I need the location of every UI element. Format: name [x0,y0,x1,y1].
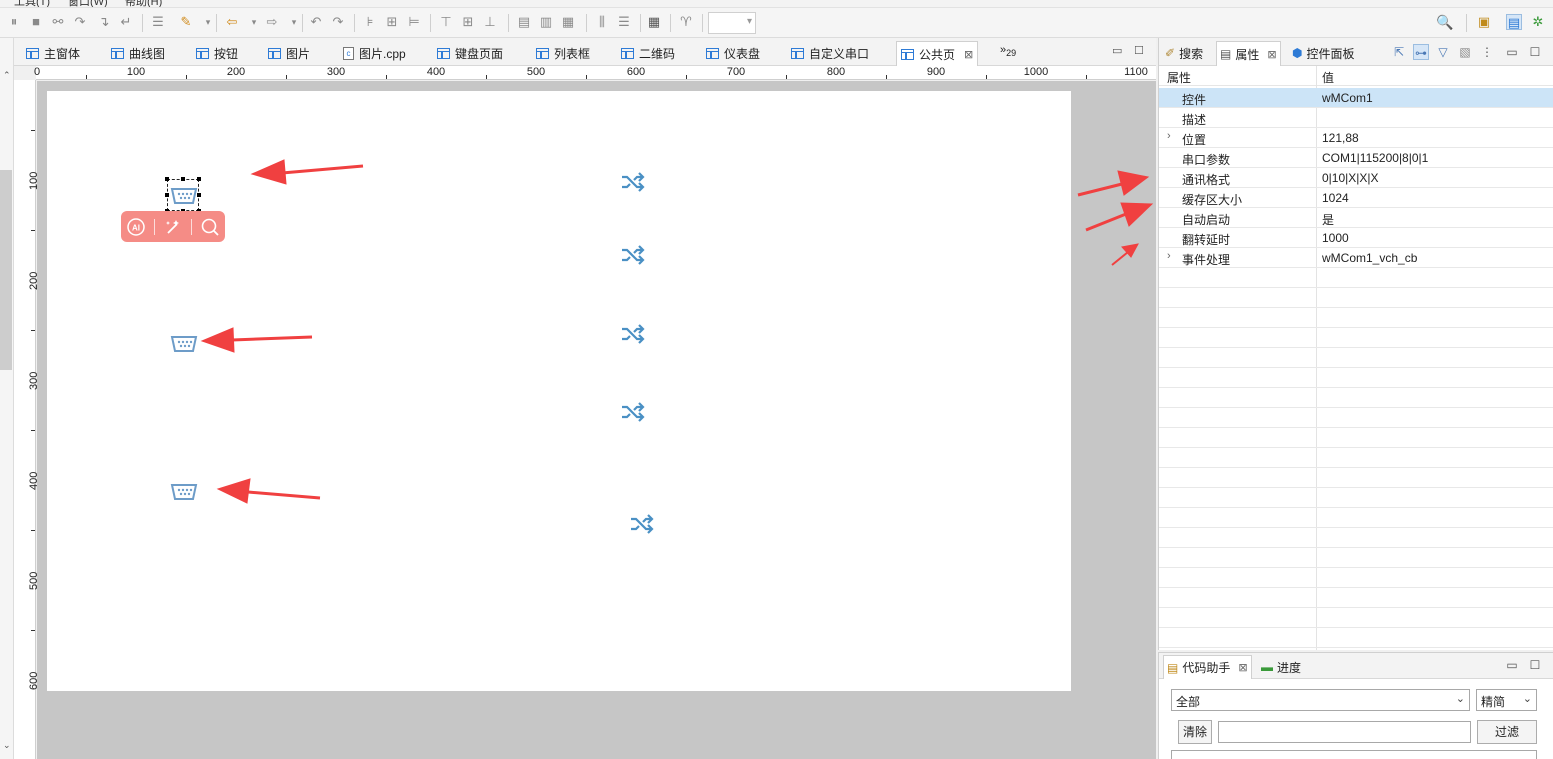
empty-property-row [1159,508,1553,528]
tab-control-palette[interactable]: ⬢ 控件面板 [1292,43,1355,63]
tab-search[interactable]: ✐ 搜索 [1165,43,1203,63]
chevron-right-icon[interactable]: › [1167,250,1171,262]
property-key: 翻转延时 [1182,233,1231,247]
filter-input[interactable] [1218,721,1471,743]
property-row-buffer-size[interactable]: 缓存区大小 1024 [1159,188,1553,208]
property-key: 事件处理 [1182,253,1231,267]
tab-label: 属性 [1235,47,1260,62]
tab-label: 代码助手 [1182,661,1231,675]
tab-label: 控件面板 [1306,46,1355,61]
tab-progress[interactable]: ▬ 进度 [1261,657,1301,677]
view-menu-icon[interactable]: ⋮ [1479,44,1495,60]
empty-property-row [1159,348,1553,368]
property-key: 缓存区大小 [1182,193,1243,207]
filter-button[interactable]: 过滤 [1477,720,1537,744]
property-value[interactable]: 121,88 [1322,131,1359,145]
empty-property-row [1159,428,1553,448]
results-list[interactable] [1171,750,1537,759]
property-row-event-handler[interactable]: › 事件处理 wMCom1_vch_cb [1159,248,1553,268]
properties-table: 控件 wMCom1 描述 › 位置 121,88 串口参数 COM1|11520… [1159,88,1553,648]
empty-property-row [1159,568,1553,588]
code-assistant-tab-bar: ▤ 代码助手 ⊠ ▬ 进度 ▭ ☐ [1159,653,1553,679]
empty-property-row [1159,608,1553,628]
minimize-icon[interactable]: ▭ [1504,44,1520,60]
minimize-icon[interactable]: ▭ [1504,657,1520,673]
cube-icon: ⬢ [1292,46,1303,60]
advanced-icon[interactable]: ▧ [1457,44,1473,60]
empty-property-row [1159,548,1553,568]
empty-property-row [1159,328,1553,348]
column-header-value: 值 [1322,71,1335,85]
property-row-serial-params[interactable]: 串口参数 COM1|115200|8|0|1 [1159,148,1553,168]
property-key: 描述 [1182,113,1207,127]
tab-label: 搜索 [1179,46,1204,61]
property-key: 位置 [1182,133,1207,147]
category-select-value: 全部 [1176,695,1201,709]
property-value[interactable]: COM1|115200|8|0|1 [1322,151,1428,165]
property-row-flip-delay[interactable]: 翻转延时 1000 [1159,228,1553,248]
empty-property-row [1159,388,1553,408]
maximize-icon[interactable]: ☐ [1527,657,1543,673]
search-pin-icon: ✐ [1165,46,1176,60]
empty-property-row [1159,368,1553,388]
empty-property-row [1159,528,1553,548]
empty-property-row [1159,468,1553,488]
empty-property-row [1159,488,1553,508]
pin-view-icon[interactable]: ⇱ [1391,44,1407,60]
filter-icon[interactable]: ▽ [1435,44,1451,60]
doc-icon: ▤ [1167,660,1179,675]
property-row-auto-start[interactable]: 自动启动 是 [1159,208,1553,228]
property-key: 串口参数 [1182,153,1231,167]
chevron-down-icon: ⌄ [1522,693,1532,705]
tab-properties[interactable]: ▤ 属性 ⊠ [1216,41,1281,66]
property-key: 控件 [1182,93,1207,107]
property-row-control[interactable]: 控件 wMCom1 [1159,88,1553,108]
empty-property-row [1159,628,1553,648]
tab-label: 进度 [1277,660,1302,675]
property-key: 通讯格式 [1182,173,1231,187]
mode-select[interactable]: 精简 ⌄ [1476,689,1537,711]
property-key: 自动启动 [1182,213,1231,227]
column-header-property: 属性 [1167,71,1192,85]
property-value[interactable]: wMCom1_vch_cb [1322,251,1417,265]
empty-property-row [1159,588,1553,608]
properties-header: 属性 值 [1159,66,1553,86]
property-value[interactable]: 0|10|X|X|X [1322,171,1379,185]
property-value[interactable]: 1024 [1322,191,1349,205]
mode-select-value: 精简 [1481,695,1506,709]
empty-property-row [1159,268,1553,288]
properties-panel: ✐ 搜索 ▤ 属性 ⊠ ⬢ 控件面板 ⇱ ⊶ ▽ ▧ ⋮ ▭ ☐ 属性 值 控件… [1158,38,1553,650]
property-value[interactable]: 是 [1322,211,1334,228]
empty-property-row [1159,288,1553,308]
table-icon: ▤ [1220,47,1232,61]
empty-property-row [1159,308,1553,328]
close-icon[interactable]: ⊠ [1267,48,1276,61]
code-assistant-panel: ▤ 代码助手 ⊠ ▬ 进度 ▭ ☐ 全部 ⌄ 精简 ⌄ 清除 过滤 [1158,652,1553,759]
tab-code-assistant[interactable]: ▤ 代码助手 ⊠ [1163,655,1252,679]
chevron-right-icon[interactable]: › [1167,130,1171,142]
empty-property-row [1159,448,1553,468]
property-value[interactable]: wMCom1 [1322,91,1373,105]
property-row-comm-format[interactable]: 通讯格式 0|10|X|X|X [1159,168,1553,188]
progress-icon: ▬ [1261,660,1273,674]
property-value[interactable]: 1000 [1322,231,1349,245]
property-row-position[interactable]: › 位置 121,88 [1159,128,1553,148]
empty-property-row [1159,408,1553,428]
close-icon[interactable]: ⊠ [1238,661,1247,674]
properties-tab-bar: ✐ 搜索 ▤ 属性 ⊠ ⬢ 控件面板 ⇱ ⊶ ▽ ▧ ⋮ ▭ ☐ [1159,38,1553,66]
clear-button[interactable]: 清除 [1178,720,1212,744]
categories-icon[interactable]: ⊶ [1413,44,1429,60]
maximize-icon[interactable]: ☐ [1527,44,1543,60]
property-row-description[interactable]: 描述 [1159,108,1553,128]
category-select[interactable]: 全部 ⌄ [1171,689,1470,711]
empty-rows [1159,268,1553,648]
chevron-down-icon: ⌄ [1455,693,1465,705]
